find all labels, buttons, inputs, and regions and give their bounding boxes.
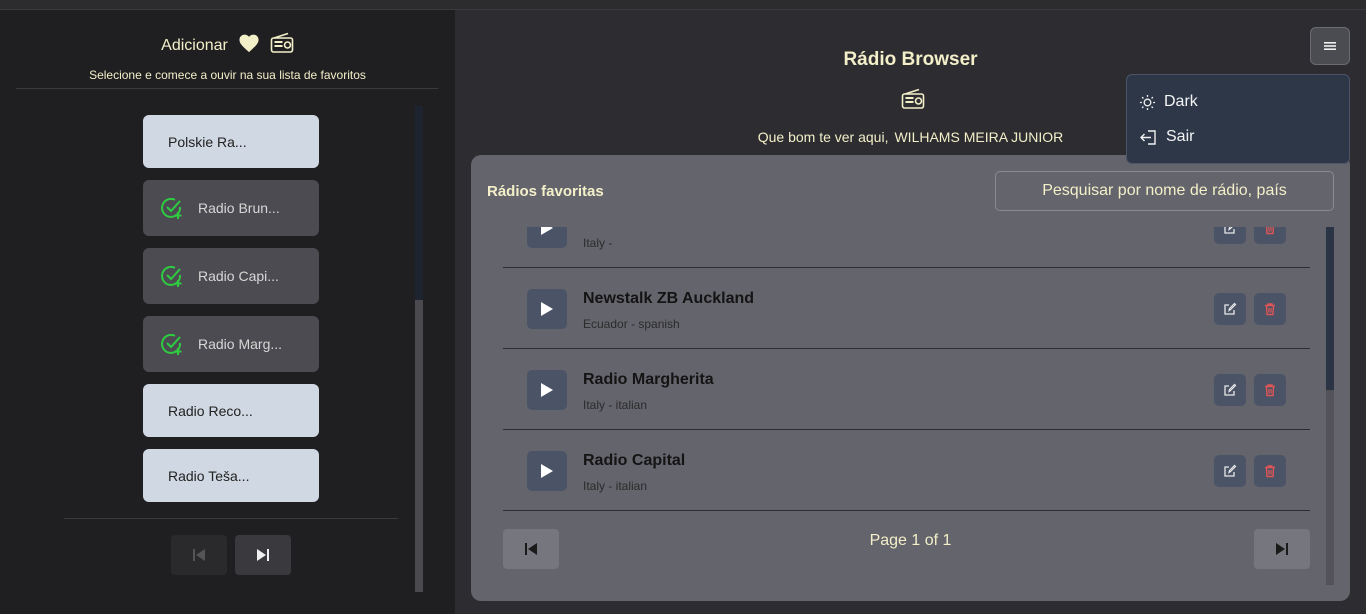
divider [16, 88, 438, 89]
play-button[interactable] [527, 227, 567, 248]
sidebar-prev-page-button[interactable] [171, 535, 227, 575]
edit-button[interactable] [1214, 374, 1246, 406]
menu-item-label: Dark [1164, 93, 1198, 110]
edit-button[interactable] [1214, 227, 1246, 244]
list-scrollbar-thumb[interactable] [1326, 227, 1334, 390]
sidebar-radio-label: Radio Marg... [198, 336, 283, 352]
sidebar-title: Adicionar [0, 32, 455, 59]
favorite-row: Newstalk ZB Auckland Ecuador - spanish [503, 268, 1310, 349]
delete-button[interactable] [1254, 227, 1286, 244]
edit-icon [1224, 227, 1235, 234]
radio-icon [901, 88, 925, 115]
sidebar-radio-item[interactable]: Radio Teša... [143, 449, 319, 502]
trash-icon [1265, 303, 1275, 316]
sidebar-next-page-button[interactable] [235, 535, 291, 575]
user-name: WILHAMS MEIRA JUNIOR [894, 129, 1064, 145]
radio-name: Radio Capital [583, 452, 686, 469]
trash-icon [1265, 465, 1275, 478]
favorites-list: Italy - Newstalk ZB Auckland Ecuador - s… [503, 227, 1310, 513]
sidebar-radio-label: Radio Capi... [198, 268, 279, 284]
edit-icon [1224, 302, 1237, 315]
edit-button[interactable] [1214, 293, 1246, 325]
favorite-row: Italy - [503, 227, 1310, 268]
window-top-bar [0, 0, 1366, 10]
last-page-button[interactable] [1254, 529, 1310, 569]
favorite-row: Radio Margherita Italy - italian [503, 349, 1310, 430]
sidebar-radio-label: Polskie Ra... [168, 133, 247, 150]
check-add-icon [161, 197, 182, 219]
radio-meta: Italy - [583, 236, 613, 250]
menu-item-dark[interactable]: Dark [1139, 93, 1198, 111]
welcome-text: Que bom te ver aqui, [757, 129, 889, 145]
user-menu-dropdown: Dark Sair [1126, 74, 1350, 164]
sidebar-title-label: Adicionar [161, 36, 228, 54]
sun-icon [1139, 94, 1156, 110]
play-button[interactable] [527, 289, 567, 329]
skip-previous-icon [193, 549, 205, 561]
delete-button[interactable] [1254, 293, 1286, 325]
delete-button[interactable] [1254, 455, 1286, 487]
sidebar-scrollbar-thumb[interactable] [415, 300, 423, 592]
radio-meta: Ecuador - spanish [583, 317, 680, 331]
trash-icon [1265, 227, 1275, 235]
trash-icon [1265, 384, 1275, 397]
radio-meta: Italy - italian [583, 479, 648, 493]
check-add-icon [161, 265, 182, 287]
check-add-icon [161, 333, 182, 355]
favorites-panel: Rádios favoritas Italy - N [471, 155, 1350, 601]
play-icon [541, 383, 553, 397]
logout-icon [1140, 129, 1156, 145]
delete-button[interactable] [1254, 374, 1286, 406]
play-icon [541, 227, 553, 235]
sidebar-radio-item[interactable]: Radio Marg... [143, 316, 319, 372]
hamburger-icon [1324, 42, 1336, 50]
radio-icon [270, 32, 294, 59]
search-input[interactable] [995, 171, 1334, 211]
edit-icon [1224, 464, 1237, 477]
page-indicator: Page 1 of 1 [869, 532, 952, 549]
sidebar-radio-item[interactable]: Radio Brun... [143, 180, 319, 236]
sidebar-radio-label: Radio Brun... [198, 200, 280, 216]
page-title: Rádio Browser [843, 49, 978, 70]
menu-item-label: Sair [1166, 128, 1195, 145]
play-button[interactable] [527, 451, 567, 491]
radio-meta: Italy - italian [583, 398, 648, 412]
skip-next-icon [257, 549, 269, 561]
menu-item-logout[interactable]: Sair [1139, 128, 1194, 146]
menu-button[interactable] [1310, 27, 1350, 65]
sidebar-radio-item[interactable]: Radio Capi... [143, 248, 319, 304]
favorite-row: Radio Capital Italy - italian [503, 430, 1310, 511]
sidebar-radio-label: Radio Reco... [168, 402, 253, 419]
play-button[interactable] [527, 370, 567, 410]
sidebar-radio-label: Radio Teša... [168, 467, 250, 484]
radio-name: Radio Margherita [583, 371, 714, 388]
play-icon [541, 464, 553, 478]
skip-next-icon [1276, 543, 1288, 555]
divider [64, 518, 398, 519]
favorites-title: Rádios favoritas [487, 183, 604, 200]
edit-button[interactable] [1214, 455, 1246, 487]
sidebar-subtitle: Selecione e comece a ouvir na sua lista … [89, 68, 366, 82]
sidebar: Adicionar Selecione e comece a ouvir na … [0, 10, 455, 614]
radio-name: Newstalk ZB Auckland [583, 290, 755, 307]
sidebar-radio-item[interactable]: Polskie Ra... [143, 115, 319, 168]
sidebar-radio-item[interactable]: Radio Reco... [143, 384, 319, 437]
edit-icon [1224, 383, 1237, 396]
play-icon [541, 302, 553, 316]
heart-icon [238, 33, 260, 58]
